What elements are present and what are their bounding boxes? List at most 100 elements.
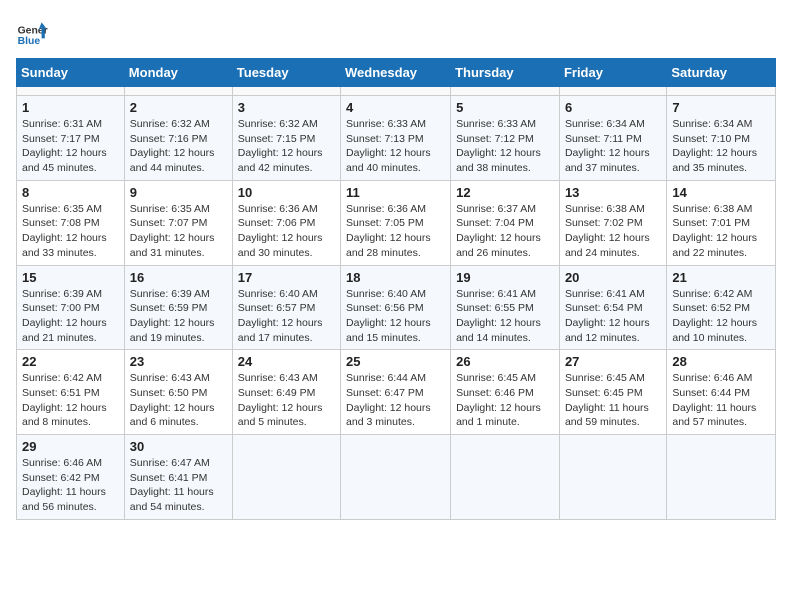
day-number: 26 (456, 354, 554, 369)
calendar-header-row: SundayMondayTuesdayWednesdayThursdayFrid… (17, 59, 776, 87)
day-number: 22 (22, 354, 119, 369)
calendar-cell: 20 Sunrise: 6:41 AMSunset: 6:54 PMDayligh… (559, 265, 666, 350)
calendar-cell: 28 Sunrise: 6:46 AMSunset: 6:44 PMDayligh… (667, 350, 776, 435)
column-header-thursday: Thursday (451, 59, 560, 87)
calendar-cell (341, 87, 451, 96)
calendar-cell: 4 Sunrise: 6:33 AMSunset: 7:13 PMDaylight… (341, 96, 451, 181)
day-info: Sunrise: 6:35 AMSunset: 7:07 PMDaylight:… (130, 202, 227, 261)
calendar-cell: 12 Sunrise: 6:37 AMSunset: 7:04 PMDayligh… (451, 180, 560, 265)
calendar-week-row: 29Sunrise: 6:46 AMSunset: 6:42 PMDayligh… (17, 435, 776, 520)
column-header-monday: Monday (124, 59, 232, 87)
day-number: 1 (22, 100, 119, 115)
calendar-cell: 1 Sunrise: 6:31 AMSunset: 7:17 PMDaylight… (17, 96, 125, 181)
day-info: Sunrise: 6:39 AMSunset: 6:59 PMDaylight:… (130, 287, 227, 346)
calendar-week-row: 1 Sunrise: 6:31 AMSunset: 7:17 PMDaylight… (17, 96, 776, 181)
column-header-saturday: Saturday (667, 59, 776, 87)
day-info: Sunrise: 6:40 AMSunset: 6:57 PMDaylight:… (238, 287, 335, 346)
calendar-cell: 26 Sunrise: 6:45 AMSunset: 6:46 PMDayligh… (451, 350, 560, 435)
day-number: 6 (565, 100, 661, 115)
day-info: Sunrise: 6:31 AMSunset: 7:17 PMDaylight:… (22, 117, 119, 176)
calendar-cell (667, 87, 776, 96)
day-number: 28 (672, 354, 770, 369)
day-number: 20 (565, 270, 661, 285)
calendar-cell: 19Sunrise: 6:41 AMSunset: 6:55 PMDayligh… (451, 265, 560, 350)
day-number: 24 (238, 354, 335, 369)
column-header-friday: Friday (559, 59, 666, 87)
day-info: Sunrise: 6:32 AMSunset: 7:15 PMDaylight:… (238, 117, 335, 176)
day-info: Sunrise: 6:34 AMSunset: 7:10 PMDaylight:… (672, 117, 770, 176)
calendar-cell: 27 Sunrise: 6:45 AMSunset: 6:45 PMDayligh… (559, 350, 666, 435)
calendar-cell: 23 Sunrise: 6:43 AMSunset: 6:50 PMDayligh… (124, 350, 232, 435)
calendar-cell: 25 Sunrise: 6:44 AMSunset: 6:47 PMDayligh… (341, 350, 451, 435)
calendar-cell (559, 435, 666, 520)
day-info: Sunrise: 6:35 AMSunset: 7:08 PMDaylight:… (22, 202, 119, 261)
day-info: Sunrise: 6:39 AMSunset: 7:00 PMDaylight:… (22, 287, 119, 346)
calendar-cell: 7 Sunrise: 6:34 AMSunset: 7:10 PMDaylight… (667, 96, 776, 181)
svg-text:Blue: Blue (18, 36, 41, 47)
day-info: Sunrise: 6:46 AMSunset: 6:44 PMDaylight:… (672, 371, 770, 430)
calendar-cell: 2Sunrise: 6:32 AMSunset: 7:16 PMDaylight… (124, 96, 232, 181)
day-info: Sunrise: 6:33 AMSunset: 7:13 PMDaylight:… (346, 117, 445, 176)
day-number: 23 (130, 354, 227, 369)
day-number: 5 (456, 100, 554, 115)
day-info: Sunrise: 6:45 AMSunset: 6:46 PMDaylight:… (456, 371, 554, 430)
calendar-week-row: 15 Sunrise: 6:39 AMSunset: 7:00 PMDayligh… (17, 265, 776, 350)
day-number: 27 (565, 354, 661, 369)
day-number: 15 (22, 270, 119, 285)
day-number: 7 (672, 100, 770, 115)
calendar-cell (451, 87, 560, 96)
calendar-cell: 8 Sunrise: 6:35 AMSunset: 7:08 PMDaylight… (17, 180, 125, 265)
day-info: Sunrise: 6:37 AMSunset: 7:04 PMDaylight:… (456, 202, 554, 261)
day-info: Sunrise: 6:44 AMSunset: 6:47 PMDaylight:… (346, 371, 445, 430)
day-number: 3 (238, 100, 335, 115)
calendar-cell: 9 Sunrise: 6:35 AMSunset: 7:07 PMDaylight… (124, 180, 232, 265)
day-number: 11 (346, 185, 445, 200)
day-info: Sunrise: 6:45 AMSunset: 6:45 PMDaylight:… (565, 371, 661, 430)
calendar-cell: 14Sunrise: 6:38 AMSunset: 7:01 PMDayligh… (667, 180, 776, 265)
day-info: Sunrise: 6:42 AMSunset: 6:52 PMDaylight:… (672, 287, 770, 346)
calendar-cell: 10Sunrise: 6:36 AMSunset: 7:06 PMDayligh… (232, 180, 340, 265)
day-number: 17 (238, 270, 335, 285)
day-info: Sunrise: 6:34 AMSunset: 7:11 PMDaylight:… (565, 117, 661, 176)
day-number: 18 (346, 270, 445, 285)
day-number: 8 (22, 185, 119, 200)
calendar-cell: 21 Sunrise: 6:42 AMSunset: 6:52 PMDayligh… (667, 265, 776, 350)
calendar-cell: 3 Sunrise: 6:32 AMSunset: 7:15 PMDaylight… (232, 96, 340, 181)
calendar-cell (559, 87, 666, 96)
calendar-cell: 6 Sunrise: 6:34 AMSunset: 7:11 PMDaylight… (559, 96, 666, 181)
calendar-cell: 22 Sunrise: 6:42 AMSunset: 6:51 PMDayligh… (17, 350, 125, 435)
day-info: Sunrise: 6:42 AMSunset: 6:51 PMDaylight:… (22, 371, 119, 430)
day-info: Sunrise: 6:32 AMSunset: 7:16 PMDaylight:… (130, 117, 227, 176)
calendar-cell (124, 87, 232, 96)
calendar-cell: 18 Sunrise: 6:40 AMSunset: 6:56 PMDayligh… (341, 265, 451, 350)
day-info: Sunrise: 6:47 AMSunset: 6:41 PMDaylight:… (130, 456, 227, 515)
day-info: Sunrise: 6:36 AMSunset: 7:05 PMDaylight:… (346, 202, 445, 261)
day-info: Sunrise: 6:38 AMSunset: 7:02 PMDaylight:… (565, 202, 661, 261)
day-number: 25 (346, 354, 445, 369)
calendar-cell (232, 87, 340, 96)
day-info: Sunrise: 6:41 AMSunset: 6:54 PMDaylight:… (565, 287, 661, 346)
calendar-cell: 30Sunrise: 6:47 AMSunset: 6:41 PMDayligh… (124, 435, 232, 520)
day-info: Sunrise: 6:36 AMSunset: 7:06 PMDaylight:… (238, 202, 335, 261)
calendar-cell: 16Sunrise: 6:39 AMSunset: 6:59 PMDayligh… (124, 265, 232, 350)
calendar-cell: 11 Sunrise: 6:36 AMSunset: 7:05 PMDayligh… (341, 180, 451, 265)
column-header-wednesday: Wednesday (341, 59, 451, 87)
calendar-cell (667, 435, 776, 520)
calendar-cell: 5 Sunrise: 6:33 AMSunset: 7:12 PMDaylight… (451, 96, 560, 181)
calendar-table: SundayMondayTuesdayWednesdayThursdayFrid… (16, 58, 776, 520)
day-number: 21 (672, 270, 770, 285)
calendar-cell (17, 87, 125, 96)
day-number: 19 (456, 270, 554, 285)
logo: General Blue (16, 16, 48, 48)
logo-icon: General Blue (16, 16, 48, 48)
day-number: 12 (456, 185, 554, 200)
day-info: Sunrise: 6:40 AMSunset: 6:56 PMDaylight:… (346, 287, 445, 346)
day-info: Sunrise: 6:43 AMSunset: 6:50 PMDaylight:… (130, 371, 227, 430)
calendar-cell (232, 435, 340, 520)
calendar-cell: 13Sunrise: 6:38 AMSunset: 7:02 PMDayligh… (559, 180, 666, 265)
day-info: Sunrise: 6:33 AMSunset: 7:12 PMDaylight:… (456, 117, 554, 176)
column-header-tuesday: Tuesday (232, 59, 340, 87)
day-number: 9 (130, 185, 227, 200)
calendar-week-row: 22 Sunrise: 6:42 AMSunset: 6:51 PMDayligh… (17, 350, 776, 435)
day-number: 4 (346, 100, 445, 115)
